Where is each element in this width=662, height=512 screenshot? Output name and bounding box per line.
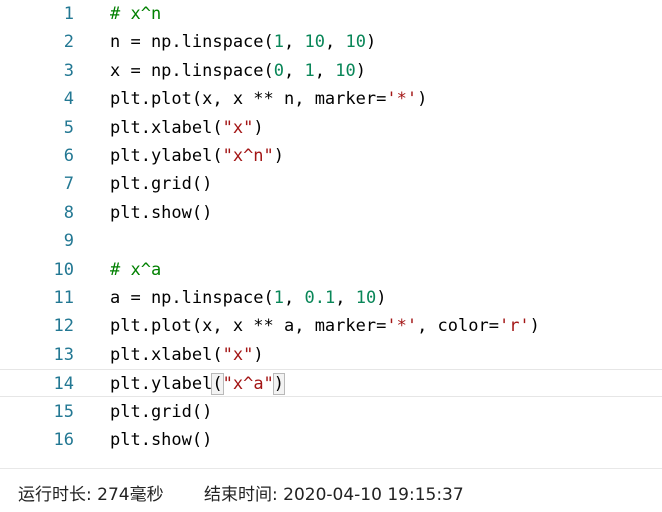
code-token-plain: ,: [284, 32, 305, 53]
code-line[interactable]: 8 plt.show(): [0, 199, 662, 227]
code-text[interactable]: plt.plot(x, x ** n, marker='*'): [110, 85, 427, 113]
code-token-bracket: ): [272, 373, 286, 396]
code-text[interactable]: # x^a: [110, 256, 161, 284]
line-number: 7: [63, 174, 74, 195]
code-token-plain: plt.plot(x, x ** a, marker=: [110, 316, 387, 337]
code-token-bracket: (: [211, 373, 224, 396]
code-token-plain: plt.ylabel: [110, 374, 213, 395]
code-token-plain: n = np.linspace(: [110, 32, 274, 53]
code-token-comment: # x^n: [110, 4, 162, 24]
code-token-plain: plt.ylabel(: [110, 146, 223, 166]
code-token-plain: ): [273, 146, 285, 166]
code-token-str: "x": [222, 117, 254, 138]
line-number: 4: [63, 89, 74, 110]
line-number: 9: [63, 231, 74, 252]
code-token-num: 1: [273, 32, 285, 53]
line-number: 6: [63, 146, 74, 166]
line-number: 15: [53, 401, 74, 422]
line-number: 1: [63, 4, 74, 24]
code-token-plain: ,: [335, 288, 356, 308]
execution-status-bar: 运行时长: 274毫秒 结束时间: 2020-04-10 19:15:37: [0, 468, 662, 512]
line-number: 10: [53, 259, 74, 280]
code-token-plain: , color=: [417, 316, 499, 337]
code-token-str: 'r': [498, 316, 530, 337]
code-line[interactable]: 15 plt.grid(): [0, 398, 662, 426]
code-token-num: 0.1: [304, 288, 336, 308]
code-text[interactable]: # x^n: [110, 0, 161, 28]
code-line[interactable]: 14 plt.ylabel("x^a"): [0, 369, 662, 398]
code-token-str: '*': [386, 316, 418, 337]
code-text[interactable]: plt.ylabel("x^a"): [110, 370, 286, 398]
code-token-plain: a = np.linspace(: [110, 288, 274, 308]
code-line[interactable]: 4 plt.plot(x, x ** n, marker='*'): [0, 85, 662, 113]
code-line[interactable]: 7 plt.grid(): [0, 170, 662, 198]
code-token-plain: x = np.linspace(: [110, 60, 274, 81]
code-line[interactable]: 3 x = np.linspace(0, 1, 10): [0, 57, 662, 85]
code-text[interactable]: plt.show(): [110, 199, 212, 227]
code-token-num: 10: [355, 288, 377, 308]
code-token-num: 10: [345, 32, 366, 53]
runtime-text: 运行时长: 274毫秒: [18, 485, 164, 505]
code-token-plain: ,: [284, 288, 305, 308]
code-line[interactable]: 9: [0, 227, 662, 255]
line-number: 5: [63, 117, 74, 138]
code-line[interactable]: 1 # x^n: [0, 0, 662, 28]
code-token-plain: plt.show(): [110, 202, 213, 223]
code-token-str: "x^a": [222, 374, 274, 395]
code-token-plain: plt.grid(): [110, 174, 213, 195]
code-text[interactable]: plt.ylabel("x^n"): [110, 142, 284, 170]
code-token-str: "x": [222, 344, 254, 365]
code-line[interactable]: 10 # x^a: [0, 256, 662, 284]
code-text[interactable]: plt.plot(x, x ** a, marker='*', color='r…: [110, 312, 540, 340]
code-token-num: 1: [304, 60, 315, 81]
code-text[interactable]: plt.xlabel("x"): [110, 341, 264, 369]
code-line[interactable]: 2 n = np.linspace(1, 10, 10): [0, 28, 662, 56]
line-number: 11: [53, 288, 74, 308]
line-number: 3: [63, 60, 74, 81]
code-token-num: 0: [273, 60, 285, 81]
code-token-plain: ): [365, 32, 377, 53]
code-line[interactable]: 5 plt.xlabel("x"): [0, 114, 662, 142]
code-token-num: 10: [335, 60, 356, 81]
code-text[interactable]: a = np.linspace(1, 0.1, 10): [110, 284, 386, 312]
code-token-plain: plt.xlabel(: [110, 344, 223, 365]
code-line[interactable]: 16 plt.show(): [0, 426, 662, 454]
code-token-num: 10: [304, 32, 325, 53]
line-number: 14: [53, 374, 74, 395]
end-time-text: 结束时间: 2020-04-10 19:15:37: [204, 485, 464, 505]
code-token-plain: ): [529, 316, 540, 337]
line-number: 16: [53, 430, 74, 450]
code-token-comment: # x^a: [110, 259, 162, 280]
code-token-plain: ): [376, 288, 387, 308]
code-token-plain: ): [417, 89, 428, 110]
code-text[interactable]: plt.xlabel("x"): [110, 114, 264, 142]
code-token-plain: ): [253, 344, 264, 365]
code-token-plain: plt.plot(x, x ** n, marker=: [110, 89, 387, 110]
code-token-plain: plt.show(): [110, 430, 213, 450]
code-token-plain: ,: [314, 60, 336, 81]
code-token-plain: ): [253, 117, 264, 138]
code-line[interactable]: 13 plt.xlabel("x"): [0, 341, 662, 369]
code-token-plain: plt.grid(): [110, 401, 213, 422]
code-text[interactable]: n = np.linspace(1, 10, 10): [110, 28, 376, 56]
code-token-num: 1: [273, 288, 285, 308]
code-editor[interactable]: 1 # x^n 2 n = np.linspace(1, 10, 10) 3 x = np…: [0, 0, 662, 468]
code-token-str: '*': [386, 89, 418, 110]
code-token-plain: ): [355, 60, 366, 81]
line-number: 8: [63, 202, 74, 223]
line-number: 13: [53, 344, 74, 365]
line-number: 2: [63, 32, 74, 53]
line-number: 12: [53, 316, 74, 337]
code-token-plain: plt.xlabel(: [110, 117, 223, 138]
code-line[interactable]: 11 a = np.linspace(1, 0.1, 10): [0, 284, 662, 312]
code-token-str: "x^n": [222, 146, 274, 166]
code-token-plain: ,: [284, 60, 305, 81]
code-text[interactable]: plt.grid(): [110, 398, 212, 426]
code-token-plain: ,: [324, 32, 346, 53]
code-text[interactable]: plt.grid(): [110, 170, 212, 198]
code-line[interactable]: 6 plt.ylabel("x^n"): [0, 142, 662, 170]
code-text[interactable]: x = np.linspace(0, 1, 10): [110, 57, 366, 85]
code-text[interactable]: plt.show(): [110, 426, 212, 454]
code-line[interactable]: 12 plt.plot(x, x ** a, marker='*', color=…: [0, 312, 662, 340]
